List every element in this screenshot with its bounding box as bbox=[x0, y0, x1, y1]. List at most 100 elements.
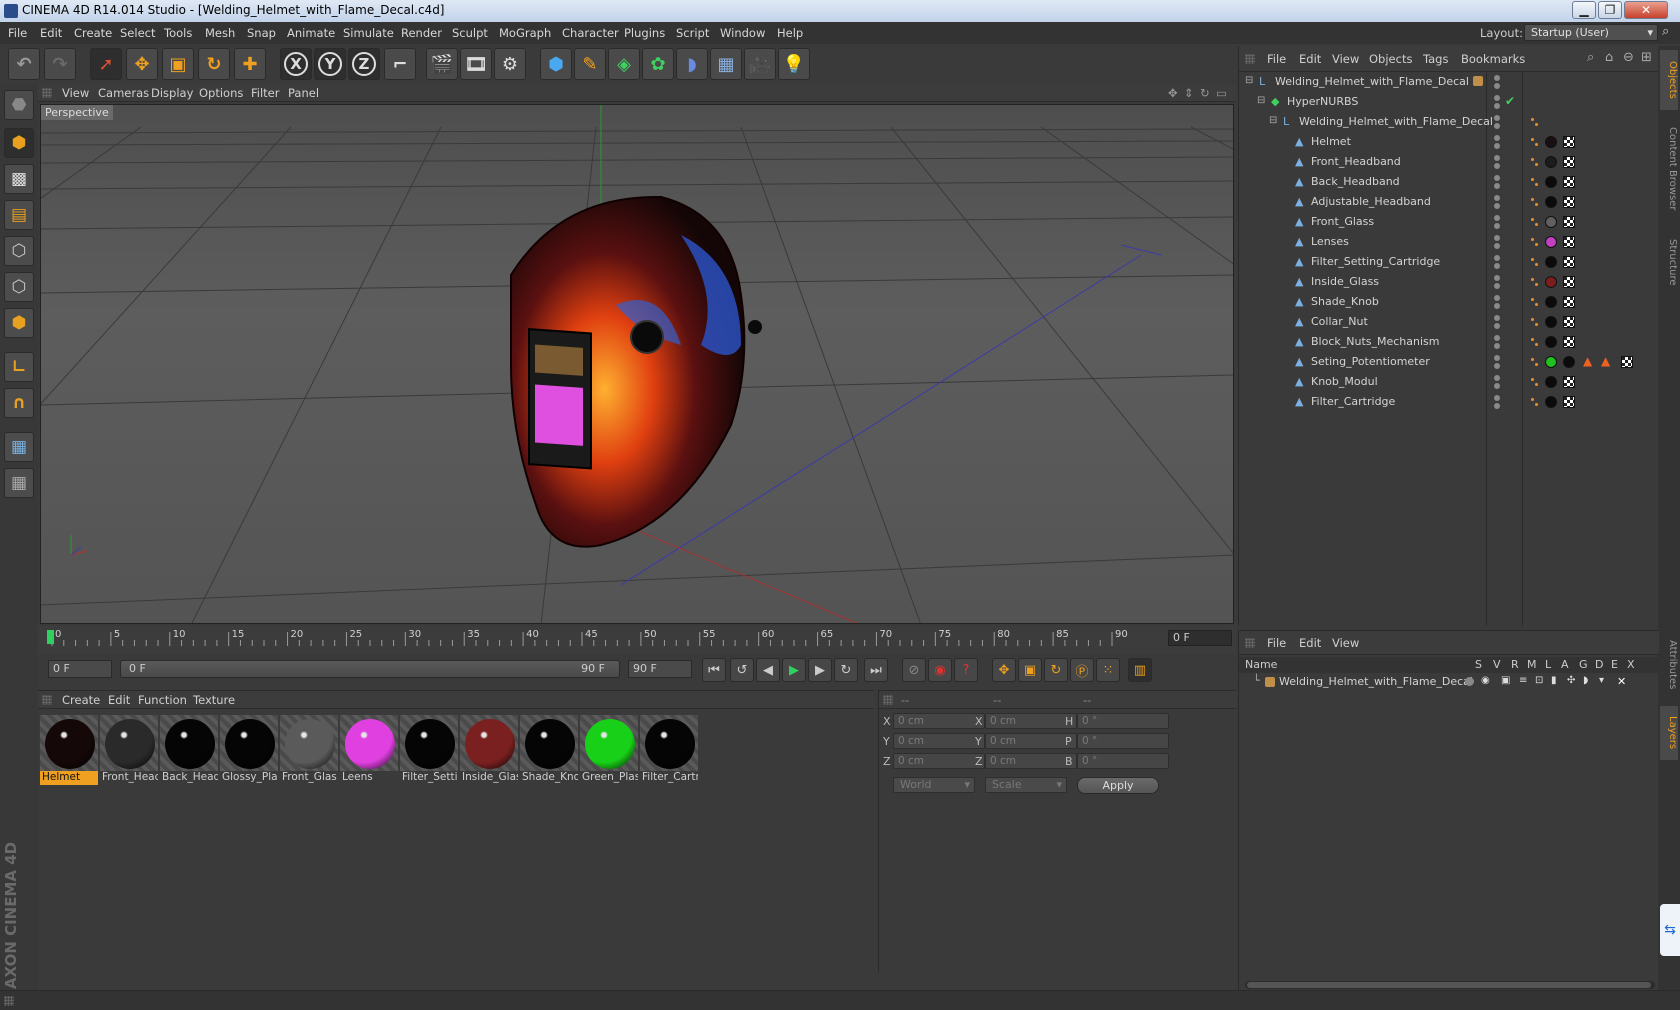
record-keys-button[interactable]: ⊘ bbox=[902, 658, 926, 682]
polygons-mode-button[interactable]: ⬢ bbox=[4, 308, 34, 338]
phong-tag-icon[interactable] bbox=[1535, 183, 1538, 186]
horizontal-scrollbar[interactable] bbox=[1245, 981, 1655, 989]
object-name[interactable]: Welding_Helmet_with_Flame_Decal bbox=[1299, 115, 1493, 128]
col-locked[interactable]: L bbox=[1545, 658, 1551, 671]
coord-size-x-field[interactable]: 0 cm bbox=[985, 713, 1077, 729]
deformer-button[interactable]: ◗ bbox=[676, 48, 708, 80]
coord-size-y-field[interactable]: 0 cm bbox=[985, 733, 1077, 749]
material-tag-icon[interactable] bbox=[1545, 396, 1557, 408]
material-tag-icon[interactable] bbox=[1545, 156, 1557, 168]
cube-button[interactable]: ⬢ bbox=[540, 48, 572, 80]
uvw-tag-icon[interactable] bbox=[1563, 176, 1575, 188]
phong-tag-icon[interactable] bbox=[1531, 358, 1534, 361]
object-row[interactable]: ▲ Filter_Cartridge bbox=[1239, 392, 1631, 412]
next-key-button[interactable]: ↻ bbox=[834, 658, 858, 682]
objects-menu-tags[interactable]: Tags bbox=[1423, 52, 1448, 66]
solo-toggle[interactable] bbox=[1465, 677, 1474, 686]
menu-sculpt[interactable]: Sculpt bbox=[452, 26, 488, 40]
phong-tag-icon[interactable] bbox=[1535, 143, 1538, 146]
model-mode-button[interactable]: ⬢ bbox=[4, 128, 34, 158]
material-swatch[interactable]: Filter_Setti bbox=[400, 715, 458, 787]
menu-select[interactable]: Select bbox=[120, 26, 155, 40]
live-selection-button[interactable]: ➚ bbox=[90, 48, 122, 80]
col-animation[interactable]: A bbox=[1561, 658, 1569, 671]
phong-tag-icon[interactable] bbox=[1535, 283, 1538, 286]
edges-mode-button[interactable]: ⬡ bbox=[4, 272, 34, 302]
material-tag-icon[interactable] bbox=[1545, 136, 1557, 148]
uvw-tag-icon[interactable] bbox=[1621, 356, 1633, 368]
expression-icon[interactable]: ▾ bbox=[1599, 675, 1604, 686]
phong-tag-icon[interactable] bbox=[1531, 398, 1534, 401]
visibility-toggle[interactable] bbox=[1494, 275, 1500, 289]
timeline-button[interactable]: ▥ bbox=[1128, 658, 1152, 682]
object-name[interactable]: Filter_Setting_Cartridge bbox=[1311, 255, 1440, 268]
uvw-tag-icon[interactable] bbox=[1563, 316, 1575, 328]
points-mode-button[interactable]: ⬡ bbox=[4, 236, 34, 266]
rotate-tool-button[interactable]: ↻ bbox=[198, 48, 230, 80]
visibility-toggle[interactable] bbox=[1494, 115, 1500, 129]
viewport-menu-cameras[interactable]: Cameras bbox=[98, 86, 149, 100]
object-name[interactable]: Seting_Potentiometer bbox=[1311, 355, 1430, 368]
uvw-tag-icon[interactable] bbox=[1563, 216, 1575, 228]
material-menu-texture[interactable]: Texture bbox=[193, 693, 235, 707]
timeline-playhead[interactable] bbox=[47, 630, 54, 644]
floor-button[interactable]: ▦ bbox=[710, 48, 742, 80]
phong-tag-icon[interactable] bbox=[1531, 178, 1534, 181]
visibility-toggle[interactable] bbox=[1494, 75, 1500, 89]
menu-edit[interactable]: Edit bbox=[40, 26, 62, 40]
autokey-button[interactable]: ◉ bbox=[928, 658, 952, 682]
menu-character[interactable]: Character bbox=[562, 26, 619, 40]
visibility-toggle[interactable] bbox=[1494, 235, 1500, 249]
objects-menu-file[interactable]: File bbox=[1267, 52, 1286, 66]
camera-button[interactable]: 🎥 bbox=[744, 48, 776, 80]
phong-tag-icon[interactable] bbox=[1535, 343, 1538, 346]
object-row[interactable]: ▲ Front_Headband bbox=[1239, 152, 1631, 172]
viewport-menu-panel[interactable]: Panel bbox=[288, 86, 319, 100]
col-expressions[interactable]: E bbox=[1611, 658, 1618, 671]
keyframe-selection-button[interactable]: ? bbox=[954, 658, 978, 682]
visibility-toggle[interactable] bbox=[1494, 195, 1500, 209]
lock-icon[interactable]: ⊡ bbox=[1535, 675, 1543, 686]
play-button[interactable]: ▶ bbox=[782, 658, 806, 682]
object-name[interactable]: HyperNURBS bbox=[1287, 95, 1358, 108]
warning-tag-icon[interactable]: ▲ bbox=[1601, 354, 1610, 368]
material-tag-icon[interactable] bbox=[1545, 356, 1557, 368]
menu-render[interactable]: Render bbox=[401, 26, 442, 40]
tab-structure[interactable]: Structure bbox=[1660, 230, 1678, 294]
object-name[interactable]: Welding_Helmet_with_Flame_Decal bbox=[1275, 75, 1469, 88]
phong-tag-icon[interactable] bbox=[1535, 403, 1538, 406]
phong-tag-icon[interactable] bbox=[1531, 258, 1534, 261]
material-menu-function[interactable]: Function bbox=[138, 693, 187, 707]
phong-tag-icon[interactable] bbox=[1535, 323, 1538, 326]
manager-icon[interactable]: ≡ bbox=[1519, 675, 1527, 686]
phong-tag-icon[interactable] bbox=[1535, 383, 1538, 386]
scrollbar-thumb[interactable] bbox=[1247, 982, 1651, 988]
key-pla-button[interactable]: ⁙ bbox=[1096, 658, 1120, 682]
next-frame-button[interactable]: ▶ bbox=[808, 658, 832, 682]
layer-color-swatch[interactable] bbox=[1473, 76, 1483, 86]
object-row[interactable]: ▲ Collar_Nut bbox=[1239, 312, 1631, 332]
phong-tag-icon[interactable] bbox=[1531, 338, 1534, 341]
layer-color-swatch[interactable] bbox=[1265, 677, 1275, 687]
material-swatch[interactable]: Back_Head bbox=[160, 715, 218, 787]
visibility-toggle[interactable] bbox=[1494, 255, 1500, 269]
goto-end-button[interactable]: ⏭ bbox=[864, 658, 888, 682]
phong-tag-icon[interactable] bbox=[1531, 318, 1534, 321]
key-position-button[interactable]: ✥ bbox=[992, 658, 1016, 682]
uvw-tag-icon[interactable] bbox=[1563, 296, 1575, 308]
render-icon[interactable]: ▣ bbox=[1501, 675, 1510, 686]
phong-tag-icon[interactable] bbox=[1531, 198, 1534, 201]
end-frame-field[interactable]: 90 F bbox=[628, 660, 692, 678]
prev-key-button[interactable]: ↺ bbox=[730, 658, 754, 682]
phong-tag-icon[interactable] bbox=[1535, 243, 1538, 246]
col-visible[interactable]: V bbox=[1493, 658, 1501, 671]
z-axis-button[interactable]: Z bbox=[348, 48, 380, 80]
undo-button[interactable]: ↶ bbox=[8, 48, 40, 80]
visibility-toggle[interactable] bbox=[1494, 295, 1500, 309]
viewport-zoom-icon[interactable]: ⇕ bbox=[1184, 86, 1194, 100]
coord-rot-b-field[interactable]: 0 ° bbox=[1077, 753, 1169, 769]
material-tag-icon[interactable] bbox=[1545, 176, 1557, 188]
material-tag-icon[interactable] bbox=[1545, 336, 1557, 348]
object-row[interactable]: ▲ Inside_Glass bbox=[1239, 272, 1631, 292]
restore-button[interactable]: ❐ bbox=[1598, 1, 1622, 19]
